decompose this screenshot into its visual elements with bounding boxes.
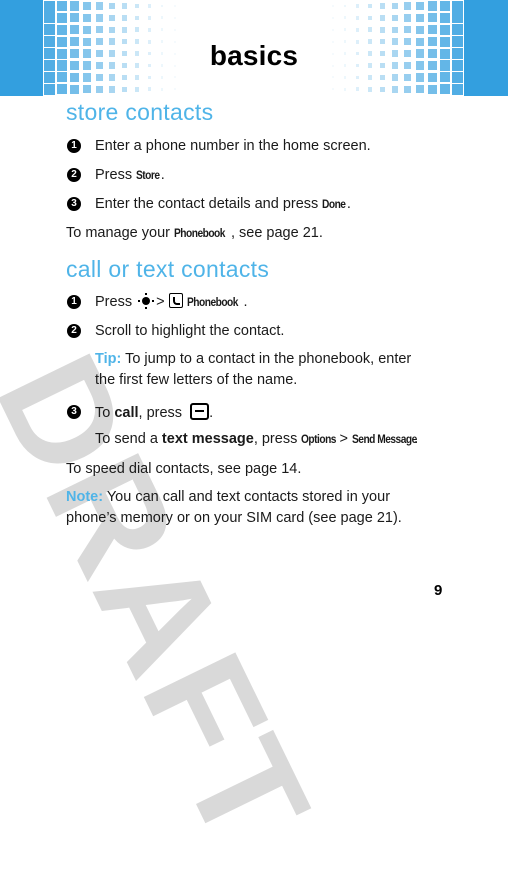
step-text: To call, press . <box>95 403 213 422</box>
call-keyword: call <box>114 405 139 421</box>
step-text: Enter the contact details and press Done… <box>95 195 351 213</box>
step-text: Scroll to highlight the contact. <box>95 323 285 339</box>
note-line-1: Note: You can call and text contacts sto… <box>66 487 390 508</box>
step-text-prefix: Press <box>95 294 137 310</box>
step-text: Press Store. <box>95 166 165 184</box>
page-content: store contacts 1 Enter a phone number in… <box>0 0 508 616</box>
phonebook-icon <box>168 293 183 308</box>
step-text: Enter a phone number in the home screen. <box>95 138 371 154</box>
menu-separator: > <box>335 431 353 447</box>
step-number-2-icon: 2 <box>67 324 81 338</box>
text-message-keyword: text message <box>161 431 254 447</box>
step-number-1-icon: 1 <box>67 295 81 309</box>
send-key-icon <box>190 403 210 420</box>
menu-phonebook: Phonebook <box>186 295 238 309</box>
step-text-suffix: . <box>209 405 214 421</box>
step-number-1-icon: 1 <box>67 139 81 153</box>
section-title-store-contacts: store contacts <box>66 99 214 125</box>
text-message-instructions: To send a text message, press Options > … <box>95 429 418 450</box>
manage-phonebook-note: To manage your Phonebook , see page 21. <box>66 223 323 244</box>
note-label: Note: <box>66 489 104 505</box>
page-number: 9 <box>434 582 443 599</box>
menu-phonebook: Phonebook <box>174 226 225 240</box>
step-number-3-icon: 3 <box>67 405 81 419</box>
step-text-suffix: . <box>346 196 351 212</box>
text-middle: , press <box>253 431 302 447</box>
tip-text: To jump to a contact in the phonebook, e… <box>121 351 412 367</box>
softkey-options: Options <box>301 432 337 446</box>
softkey-done: Done <box>322 197 346 211</box>
step-text-prefix: Enter the contact details and press <box>95 196 323 212</box>
nav-key-icon <box>138 293 155 309</box>
note-line-2: phone’s memory or on your SIM card (see … <box>66 510 402 526</box>
text-prefix: To send a <box>95 431 162 447</box>
step-number-3-icon: 3 <box>67 197 81 211</box>
step-text: Press > Phonebook. <box>95 293 248 311</box>
note-prefix: To manage your <box>66 225 175 241</box>
note-suffix: , see page 21. <box>230 225 323 241</box>
tip-line-1: Tip: To jump to a contact in the phonebo… <box>95 349 411 370</box>
step-number-2-icon: 2 <box>67 168 81 182</box>
menu-send-message: Send Message <box>352 432 417 446</box>
step-text-middle: , press <box>138 405 187 421</box>
softkey-store: Store <box>136 168 160 182</box>
step-text-prefix: To <box>95 405 115 421</box>
step-text-suffix: . <box>243 294 248 310</box>
tip-label: Tip: <box>95 351 122 367</box>
menu-separator: > <box>156 294 165 310</box>
tip-line-2: the first few letters of the name. <box>95 372 298 388</box>
section-title-call-or-text: call or text contacts <box>66 256 270 282</box>
speed-dial-note: To speed dial contacts, see page 14. <box>66 461 302 477</box>
note-text: You can call and text contacts stored in… <box>103 489 391 505</box>
step-text-suffix: . <box>160 167 165 183</box>
step-text-prefix: Press <box>95 167 137 183</box>
